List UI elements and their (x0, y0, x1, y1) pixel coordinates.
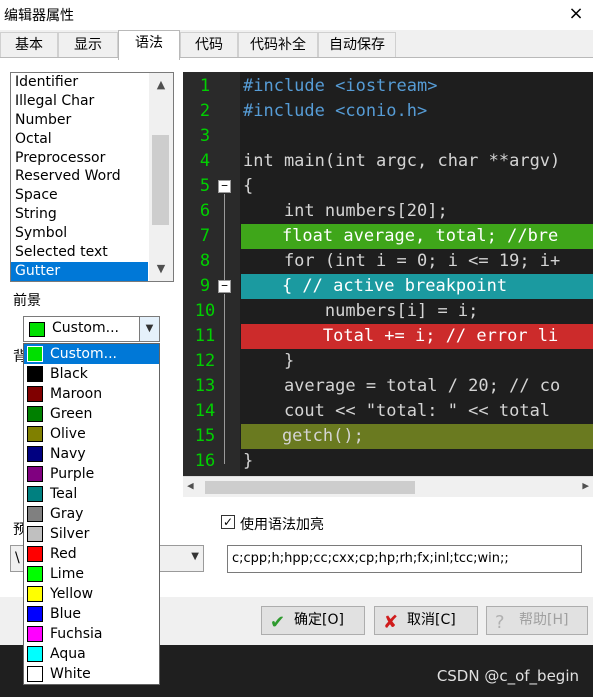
ok-button[interactable]: ✔ 确定[O] (261, 606, 365, 635)
color-option[interactable]: Olive (24, 424, 159, 444)
foreground-label: 前景 (13, 293, 41, 309)
checkbox-label: 使用语法加亮 (240, 517, 324, 533)
code-line-active-breakpoint: 9− { // active breakpoint (183, 274, 593, 299)
tab-code[interactable]: 代码 (180, 32, 238, 57)
code-line: 6 int numbers[20]; (199, 201, 448, 221)
code-line: 1 #include <iostream> (199, 76, 438, 96)
color-option[interactable]: Red (24, 544, 159, 564)
code-line: 3 (199, 126, 211, 146)
scroll-right-icon[interactable]: ▶ (582, 479, 589, 492)
help-label: 帮助[H] (519, 612, 569, 628)
color-option[interactable]: Blue (24, 604, 159, 624)
close-icon[interactable]: × (565, 3, 587, 25)
file-extensions-input[interactable]: c;cpp;h;hpp;cc;cxx;cp;hp;rh;fx;inl;tcc;w… (227, 545, 582, 573)
scrollbar-thumb[interactable] (205, 481, 415, 494)
scroll-up-icon[interactable]: ▲ (149, 75, 173, 95)
color-option[interactable]: Maroon (24, 384, 159, 404)
color-option[interactable]: Lime (24, 564, 159, 584)
color-swatch (27, 586, 43, 602)
color-option[interactable]: Custom... (24, 344, 159, 364)
color-swatch (27, 446, 43, 462)
code-line: 12 } (194, 351, 295, 371)
color-swatch (27, 506, 43, 522)
code-line-error: 11 Total += i; // error li (183, 324, 593, 349)
code-line: 13 average = total / 20; // co (194, 376, 561, 396)
color-option[interactable]: Purple (24, 464, 159, 484)
code-line: 2 #include <conio.h> (199, 101, 428, 121)
color-swatch (27, 406, 43, 422)
checkmark-icon: ✔ (270, 612, 286, 633)
code-line: 8 for (int i = 0; i <= 19; i+ (199, 251, 561, 271)
list-scrollbar[interactable]: ▲ ▼ (149, 73, 173, 281)
color-option[interactable]: White (24, 664, 159, 684)
code-line-current: 15 getch(); (183, 424, 593, 449)
tab-basic[interactable]: 基本 (0, 32, 58, 57)
color-swatch (27, 546, 43, 562)
code-preview: 1 #include <iostream> 2 #include <conio.h>… (183, 72, 593, 497)
code-line: 4 int main(int argc, char **argv) (199, 151, 561, 171)
color-swatch (27, 626, 43, 642)
scroll-down-icon[interactable]: ▼ (149, 259, 173, 279)
color-swatch (27, 426, 43, 442)
help-button[interactable]: ? 帮助[H] (486, 606, 588, 635)
color-swatch (27, 366, 43, 382)
color-swatch (27, 526, 43, 542)
color-swatch (27, 486, 43, 502)
color-option[interactable]: Yellow (24, 584, 159, 604)
color-dropdown-list[interactable]: Custom... Black Maroon Green Olive Navy … (23, 343, 160, 685)
watermark-text: CSDN @c_of_begin (436, 667, 579, 685)
cancel-button[interactable]: ✘ 取消[C] (374, 606, 478, 635)
color-option[interactable]: Gray (24, 504, 159, 524)
color-swatch (27, 386, 43, 402)
syntax-token-list[interactable]: Identifier Illegal Char Number Octal Pre… (10, 72, 174, 282)
color-swatch (27, 646, 43, 662)
ok-label: 确定[O] (294, 612, 344, 628)
tab-code-completion[interactable]: 代码补全 (238, 32, 318, 57)
list-item-selected[interactable]: Gutter (11, 261, 148, 281)
color-swatch (27, 606, 43, 622)
tab-strip: 基本 显示 语法 代码 代码补全 自动保存 (0, 30, 400, 60)
tab-syntax[interactable]: 语法 (118, 30, 180, 60)
color-option[interactable]: Black (24, 364, 159, 384)
code-line: 16} (194, 451, 254, 471)
code-line: 5−{ (199, 176, 254, 196)
color-option[interactable]: Navy (24, 444, 159, 464)
color-swatch (29, 322, 45, 337)
scroll-left-icon[interactable]: ◀ (187, 479, 194, 492)
tab-display[interactable]: 显示 (58, 32, 118, 57)
color-swatch (27, 346, 43, 362)
code-line: 14 cout << "total: " << total (194, 401, 551, 421)
cross-icon: ✘ (383, 612, 399, 633)
scrollbar-thumb[interactable] (152, 135, 169, 225)
chevron-down-icon[interactable]: ▼ (191, 551, 199, 562)
cancel-label: 取消[C] (407, 612, 456, 628)
window-title: 编辑器属性 (4, 8, 74, 24)
color-option[interactable]: Silver (24, 524, 159, 544)
fold-collapse-icon[interactable]: − (218, 180, 231, 193)
color-swatch (27, 666, 43, 682)
code-line: 10 numbers[i] = i; (194, 301, 479, 321)
foreground-color-select[interactable]: Custom... ▼ (23, 316, 160, 342)
color-option[interactable]: Green (24, 404, 159, 424)
code-line-breakpoint: 7 float average, total; //bre (183, 224, 593, 249)
chevron-down-icon[interactable]: ▼ (139, 317, 159, 341)
color-swatch (27, 566, 43, 582)
color-option[interactable]: Teal (24, 484, 159, 504)
foreground-color-value: Custom... (52, 320, 119, 336)
fold-collapse-icon[interactable]: − (218, 280, 231, 293)
question-icon: ? (495, 612, 505, 633)
tab-autosave[interactable]: 自动保存 (318, 32, 396, 57)
checkbox-check-icon[interactable]: ✓ (221, 515, 235, 529)
title-bar: 编辑器属性 × (0, 0, 593, 30)
color-option[interactable]: Aqua (24, 644, 159, 664)
editor-hscrollbar[interactable]: ◀ ▶ (183, 476, 593, 497)
color-swatch (27, 466, 43, 482)
preset-value: \ (15, 550, 20, 566)
color-option[interactable]: Fuchsia (24, 624, 159, 644)
